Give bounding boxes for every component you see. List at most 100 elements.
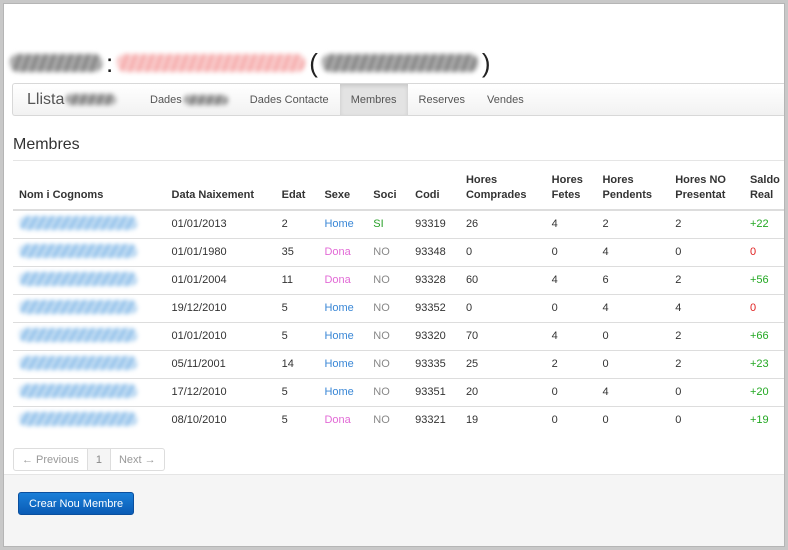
cell-balance: 0: [743, 293, 784, 322]
pagination-previous[interactable]: ← Previous: [13, 448, 88, 471]
cell-balance: +22: [749, 218, 769, 231]
cell-pending: 0: [596, 405, 670, 434]
table-row[interactable]: 01/01/2013 2 Home SI 93319 26 4 2 2 +22: [13, 210, 784, 238]
cell-no-show: 2: [669, 321, 744, 350]
cell-name[interactable]: [13, 321, 166, 350]
redacted-name: [19, 327, 137, 342]
cell-sex: Home: [318, 377, 368, 406]
redacted-title-part: [117, 54, 306, 72]
cell-balance: +23: [743, 349, 784, 378]
navbar: Llista Dades Dades Contacte Membres Rese…: [12, 83, 784, 116]
table-row[interactable]: 01/01/2010 5 Home NO 93320 70 4 0 2 +66: [13, 321, 784, 350]
cell-no-show: 0: [669, 237, 744, 266]
cell-member: SI: [373, 218, 384, 231]
cell-balance: +20: [743, 377, 784, 406]
cell-age: 5: [275, 321, 319, 350]
title-colon: :: [106, 48, 114, 78]
table-row[interactable]: 17/12/2010 5 Home NO 93351 20 0 4 0 +20: [13, 377, 784, 406]
cell-birth: 19/12/2010: [165, 293, 276, 322]
redacted-name: [19, 243, 137, 258]
cell-bought: 60: [459, 265, 546, 294]
col-header-code[interactable]: Codi: [409, 164, 460, 211]
title-close-paren: ): [481, 48, 491, 78]
cell-bought: 25: [459, 349, 546, 378]
cell-birth: 01/01/2004: [165, 265, 276, 294]
redacted-brand-part: [66, 94, 117, 105]
pagination-page[interactable]: 1: [87, 448, 111, 471]
col-header-bought[interactable]: Hores Comprades: [459, 164, 546, 211]
redacted-name: [19, 299, 137, 314]
create-member-button[interactable]: Crear Nou Membre: [18, 492, 135, 515]
col-header-age[interactable]: Edat: [275, 164, 319, 211]
cell-done: 0: [545, 405, 597, 434]
cell-name[interactable]: [13, 210, 166, 238]
cell-name[interactable]: [13, 377, 166, 406]
cell-code: 93352: [409, 293, 460, 322]
cell-no-show: 2: [675, 218, 682, 231]
navbar-brand[interactable]: Llista: [13, 84, 139, 115]
tab-membres[interactable]: Membres: [339, 84, 408, 115]
cell-age: 35: [275, 237, 319, 266]
cell-pending: 4: [596, 237, 670, 266]
table-row[interactable]: 01/01/1980 35 Dona NO 93348 0 0 4 0 0: [13, 237, 784, 266]
tab-label: Membres: [350, 93, 397, 106]
form-footer: Crear Nou Membre: [4, 474, 784, 546]
cell-age: 14: [275, 349, 319, 378]
cell-member: NO: [367, 265, 410, 294]
cell-age: 2: [281, 218, 288, 231]
col-header-member[interactable]: Soci: [367, 164, 410, 211]
cell-sex: Home: [324, 218, 354, 231]
cell-done: 0: [545, 237, 597, 266]
cell-no-show: 2: [669, 265, 744, 294]
cell-done: 2: [545, 349, 597, 378]
tab-dades[interactable]: Dades: [139, 84, 239, 115]
page-title: : ( ): [10, 46, 495, 80]
pagination-next[interactable]: Next →: [110, 448, 165, 471]
cell-name[interactable]: [13, 293, 166, 322]
cell-birth: 01/01/1980: [165, 237, 276, 266]
table-row[interactable]: 01/01/2004 11 Dona NO 93328 60 4 6 2 +56: [13, 265, 784, 294]
col-header-balance[interactable]: Saldo Real: [743, 164, 784, 211]
pagination: ← Previous 1 Next →: [13, 448, 165, 471]
cell-name[interactable]: [13, 265, 166, 294]
cell-bought: 19: [459, 405, 546, 434]
cell-name[interactable]: [13, 237, 166, 266]
cell-member: NO: [367, 237, 410, 266]
cell-name[interactable]: [13, 349, 166, 378]
tab-reserves[interactable]: Reserves: [408, 84, 476, 115]
cell-member: NO: [367, 293, 410, 322]
tab-label: Vendes: [487, 93, 524, 106]
redacted-title-part: [321, 54, 478, 72]
tab-label: Dades Contacte: [249, 93, 329, 106]
table-header-row: Nom i Cognoms Data Naixement Edat Sexe S…: [13, 164, 784, 211]
tab-vendes[interactable]: Vendes: [476, 84, 535, 115]
cell-bought: 26: [465, 218, 479, 231]
redacted-tab-part: [183, 94, 228, 105]
cell-pending: 6: [596, 265, 670, 294]
cell-code: 93321: [409, 405, 460, 434]
cell-age: 5: [275, 405, 319, 434]
col-header-pending[interactable]: Hores Pendents: [596, 164, 670, 211]
cell-member: NO: [367, 405, 410, 434]
col-header-no-show[interactable]: Hores NO Presentat: [669, 164, 744, 211]
cell-name[interactable]: [13, 405, 166, 434]
tab-dades-contacte[interactable]: Dades Contacte: [239, 84, 340, 115]
cell-code: 93351: [409, 377, 460, 406]
section-heading: Membres: [13, 136, 80, 153]
cell-bought: 70: [459, 321, 546, 350]
cell-pending: 4: [596, 377, 670, 406]
col-header-done[interactable]: Hores Fetes: [545, 164, 597, 211]
table-row[interactable]: 19/12/2010 5 Home NO 93352 0 0 4 4 0: [13, 293, 784, 322]
cell-bought: 0: [459, 237, 546, 266]
members-table: Nom i Cognoms Data Naixement Edat Sexe S…: [13, 164, 784, 434]
col-header-name[interactable]: Nom i Cognoms: [13, 164, 166, 211]
cell-code: 93335: [409, 349, 460, 378]
cell-code: 93320: [409, 321, 460, 350]
cell-balance: +19: [743, 405, 784, 434]
col-header-birth[interactable]: Data Naixement: [165, 164, 276, 211]
cell-sex: Dona: [318, 237, 368, 266]
app-window: : ( ) Llista Dades Dades Contacte Membre…: [3, 3, 785, 547]
table-row[interactable]: 08/10/2010 5 Dona NO 93321 19 0 0 0 +19: [13, 405, 784, 434]
col-header-sex[interactable]: Sexe: [318, 164, 368, 211]
table-row[interactable]: 05/11/2001 14 Home NO 93335 25 2 0 2 +23: [13, 349, 784, 378]
